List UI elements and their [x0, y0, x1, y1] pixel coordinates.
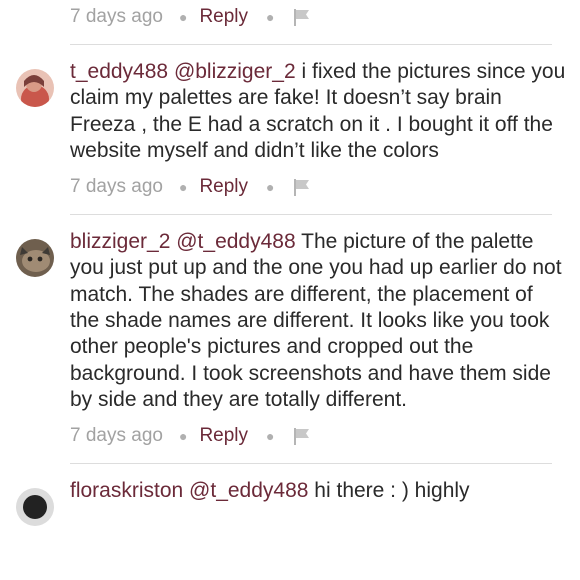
comment-meta: 7 days ago ● Reply ● — [70, 421, 566, 451]
comment-text: blizziger_2 @t_eddy488 The picture of th… — [70, 229, 566, 413]
separator-dot: ● — [266, 428, 275, 445]
divider — [70, 44, 552, 45]
avatar[interactable] — [16, 239, 54, 278]
flag-icon[interactable] — [292, 426, 312, 446]
separator-dot: ● — [266, 179, 275, 196]
comment-username[interactable]: t_eddy488 — [70, 60, 168, 83]
comment-item: t_eddy488 @blizziger_2 i fixed the pictu… — [0, 59, 580, 216]
avatar[interactable] — [16, 69, 54, 107]
separator-dot: ● — [178, 9, 188, 25]
divider — [70, 463, 552, 465]
separator-dot: ● — [266, 9, 275, 25]
comment-username[interactable]: floraskriston — [70, 479, 183, 502]
comment-mention[interactable]: @blizziger_2 — [174, 60, 296, 83]
comment-username[interactable]: blizziger_2 — [70, 230, 170, 253]
comment-item: floraskriston @t_eddy488 hi there : ) hi… — [0, 478, 580, 527]
comment-mention[interactable]: @t_eddy488 — [176, 230, 295, 253]
flag-icon[interactable] — [292, 7, 312, 27]
comment-timestamp: 7 days ago — [70, 425, 163, 447]
separator-dot: ● — [178, 179, 188, 196]
comment-thread: 7 days ago ● Reply ● t_eddy488 @blizzige… — [0, 0, 580, 527]
comment-body: hi there : ) highly — [308, 479, 470, 503]
comment-item: 7 days ago ● Reply ● — [0, 2, 580, 45]
comment-text: floraskriston @t_eddy488 hi there : ) hi… — [70, 478, 566, 504]
separator-dot: ● — [178, 428, 188, 445]
flag-icon[interactable] — [292, 177, 312, 197]
reply-button[interactable]: Reply — [199, 176, 248, 198]
comment-mention[interactable]: @t_eddy488 — [189, 479, 308, 502]
comment-body: The picture of the palette you just put … — [70, 230, 562, 411]
avatar[interactable] — [16, 488, 54, 527]
comment-meta: 7 days ago ● Reply ● — [70, 2, 566, 32]
comment-meta: 7 days ago ● Reply ● — [70, 172, 566, 202]
comment-timestamp: 7 days ago — [70, 176, 163, 198]
comment-text: t_eddy488 @blizziger_2 i fixed the pictu… — [70, 59, 566, 164]
divider — [70, 214, 552, 216]
reply-button[interactable]: Reply — [199, 6, 248, 28]
comment-item: blizziger_2 @t_eddy488 The picture of th… — [0, 229, 580, 465]
comment-timestamp: 7 days ago — [70, 6, 163, 27]
reply-button[interactable]: Reply — [199, 425, 248, 447]
